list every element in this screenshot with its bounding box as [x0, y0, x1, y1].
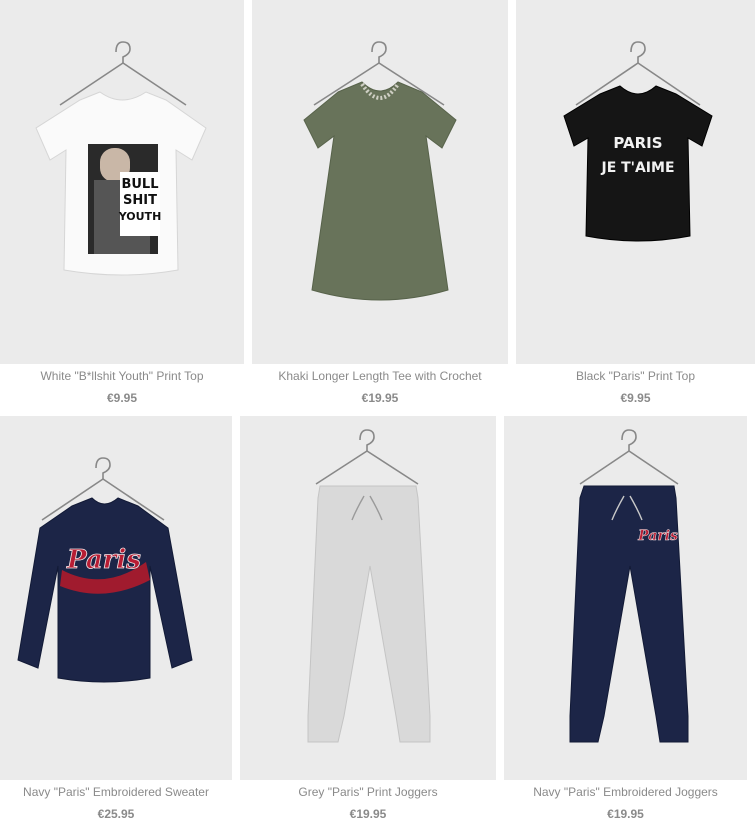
print-line-1: PARIS: [613, 134, 662, 152]
navy-joggers-illustration: Paris: [569, 429, 689, 743]
print-line-1: Paris: [637, 528, 678, 544]
product-name[interactable]: Grey "Paris" Print Joggers: [240, 785, 496, 799]
product-image[interactable]: Paris: [504, 416, 747, 780]
product-image[interactable]: Paris: [0, 416, 232, 780]
black-tee-illustration: PARIS JE T'AIME: [563, 41, 713, 242]
product-card[interactable]: PARIS JE T'AIME Black "Paris" Print Top …: [516, 0, 755, 410]
print-line-1: BULL: [121, 177, 158, 192]
print-line-2: SHIT: [123, 193, 157, 208]
product-price: €25.95: [97, 807, 135, 821]
product-name[interactable]: Black "Paris" Print Top: [516, 369, 755, 383]
product-price: €19.95: [349, 807, 387, 821]
product-image[interactable]: [252, 0, 508, 364]
grey-joggers-illustration: [307, 429, 431, 743]
product-card[interactable]: Grey "Paris" Print Joggers €19.95: [240, 416, 496, 839]
print-line-1: Paris: [66, 545, 141, 575]
product-card[interactable]: Khaki Longer Length Tee with Crochet €19…: [252, 0, 508, 410]
product-card[interactable]: BULL SHIT YOUTH White "B*llshit Youth" P…: [0, 0, 244, 410]
product-name[interactable]: White "B*llshit Youth" Print Top: [0, 369, 244, 383]
product-price: €9.95: [106, 391, 138, 405]
hanger-icon: [579, 429, 679, 485]
print-line-3: YOUTH: [118, 210, 162, 223]
product-price: €19.95: [607, 807, 644, 821]
product-image[interactable]: BULL SHIT YOUTH: [0, 0, 244, 364]
product-image[interactable]: [240, 416, 496, 780]
product-name[interactable]: Khaki Longer Length Tee with Crochet: [252, 369, 508, 383]
product-price: €9.95: [620, 391, 651, 405]
navy-sweater-illustration: Paris: [17, 457, 193, 683]
product-price: €19.95: [361, 391, 399, 405]
product-card[interactable]: Paris Navy "Paris" Embroidered Sweater €…: [0, 416, 232, 839]
white-tee-illustration: BULL SHIT YOUTH: [35, 41, 207, 276]
product-name[interactable]: Navy "Paris" Embroidered Sweater: [0, 785, 232, 799]
hanger-icon: [315, 429, 419, 485]
khaki-tee-illustration: [303, 41, 457, 301]
product-name[interactable]: Navy "Paris" Embroidered Joggers: [504, 785, 747, 799]
product-card[interactable]: Paris Navy "Paris" Embroidered Joggers €…: [504, 416, 747, 839]
print-line-2: JE T'AIME: [600, 160, 674, 176]
product-image[interactable]: PARIS JE T'AIME: [516, 0, 755, 364]
hanger-icon: [59, 41, 187, 106]
